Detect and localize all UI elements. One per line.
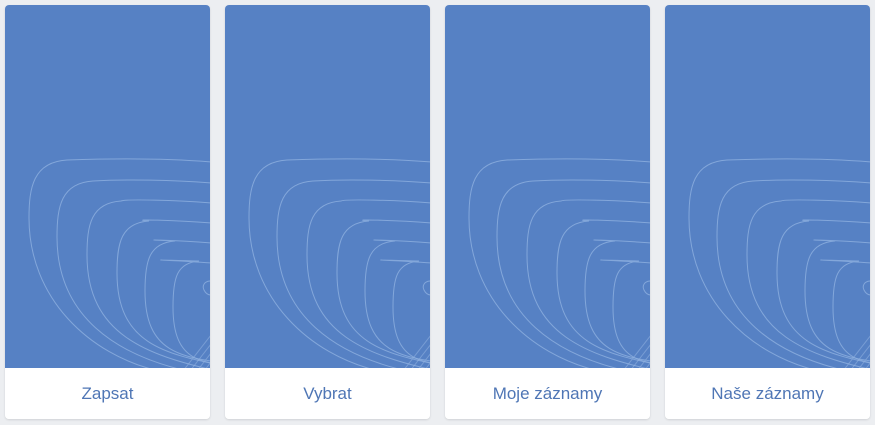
card-label: Vybrat (225, 368, 430, 419)
card-background (5, 5, 210, 368)
card-label: Moje záznamy (445, 368, 650, 419)
card-label: Zapsat (5, 368, 210, 419)
card-moje-zaznamy[interactable]: Moje záznamy (445, 5, 650, 419)
card-background (225, 5, 430, 368)
contour-pattern (225, 5, 430, 368)
card-artwork (665, 5, 870, 368)
card-label: Naše záznamy (665, 368, 870, 419)
card-artwork (225, 5, 430, 368)
card-background (665, 5, 870, 368)
card-zapsat[interactable]: Zapsat (5, 5, 210, 419)
card-artwork (5, 5, 210, 368)
action-card-row: Zapsat Vybrat Moje záznamy Naše záznamy (0, 0, 875, 425)
contour-pattern (665, 5, 870, 368)
card-nase-zaznamy[interactable]: Naše záznamy (665, 5, 870, 419)
contour-pattern (5, 5, 210, 368)
card-background (445, 5, 650, 368)
card-vybrat[interactable]: Vybrat (225, 5, 430, 419)
card-artwork (445, 5, 650, 368)
contour-pattern (445, 5, 650, 368)
